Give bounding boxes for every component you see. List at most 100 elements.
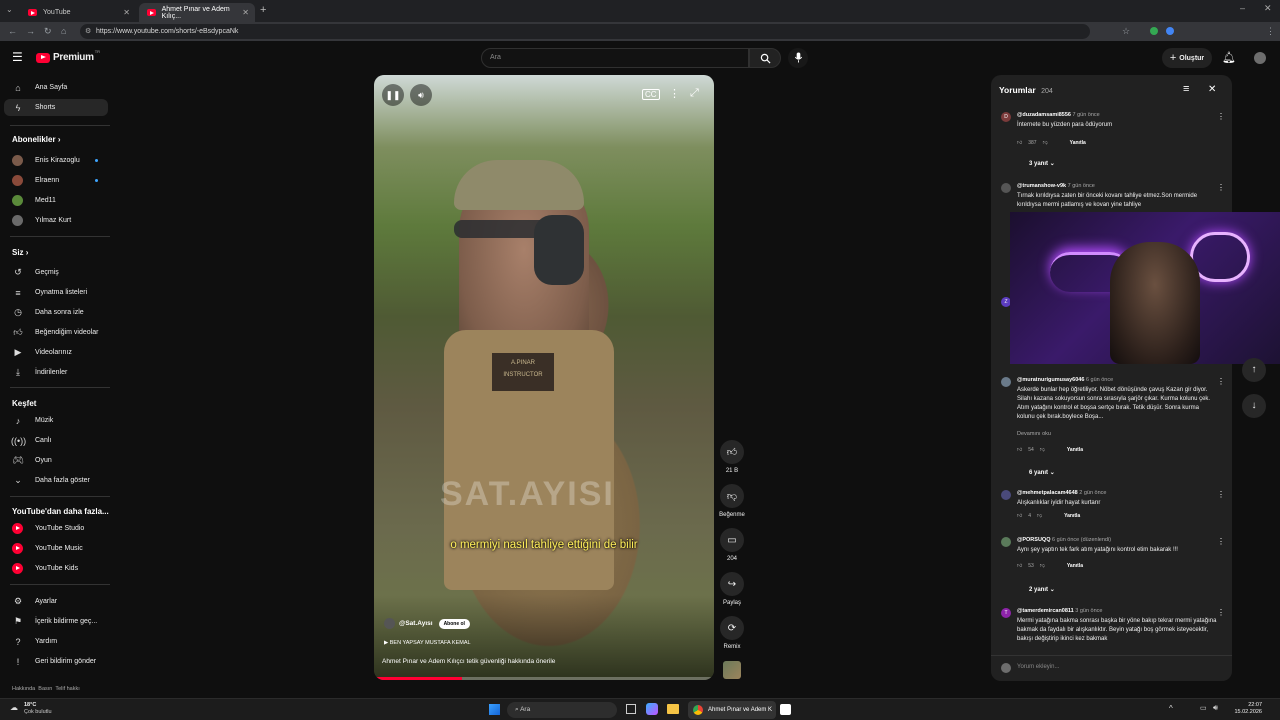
- volume-button[interactable]: 🔊︎: [410, 84, 432, 106]
- taskbar-chrome-app[interactable]: Ahmet Pınar ve Adem K: [688, 701, 776, 719]
- sidebar-item-help[interactable]: ? Yardım: [4, 633, 108, 650]
- dislike-button[interactable]: 👎︎ Beğenme: [716, 484, 748, 518]
- sidebar-item-youtube-music[interactable]: YouTube Music: [4, 540, 108, 557]
- tab-youtube[interactable]: YouTube ✕: [20, 3, 136, 22]
- volume-icon[interactable]: 🔊︎: [1213, 703, 1218, 713]
- sort-icon[interactable]: ≡: [1183, 83, 1189, 95]
- dislike-comment-icon[interactable]: 👎︎: [1037, 513, 1042, 519]
- sidebar-item-subscription[interactable]: Elraenn: [4, 172, 108, 189]
- comment-author[interactable]: @trumanshow-v9k 7 gün önce: [1017, 183, 1095, 189]
- extension-icon[interactable]: [1166, 27, 1174, 35]
- notifications-bell-icon[interactable]: 🔔︎: [1222, 51, 1236, 64]
- weather-widget[interactable]: ☁ 18°C Çok bulutlu: [10, 702, 52, 716]
- fullscreen-icon[interactable]: ⤢: [690, 87, 699, 100]
- like-comment-icon[interactable]: 👍︎: [1017, 563, 1022, 569]
- file-explorer-icon[interactable]: [667, 704, 679, 714]
- avatar[interactable]: [1001, 183, 1011, 193]
- comment-author[interactable]: @duzadamsami8556 7 gün önce: [1017, 112, 1100, 118]
- channel-name[interactable]: @Sat.Ayısı: [399, 620, 433, 627]
- dislike-comment-icon[interactable]: 👎︎: [1040, 447, 1045, 453]
- sidebar-item-music[interactable]: ♪ Müzik: [4, 412, 108, 429]
- comment-author[interactable]: @tamerdemircan0811 3 gün önce: [1017, 608, 1102, 614]
- replies-toggle[interactable]: 3 yanıt ⌄: [1029, 160, 1055, 167]
- comments-button[interactable]: ▭ 204: [716, 528, 748, 562]
- avatar[interactable]: [1001, 537, 1011, 547]
- minimize-icon[interactable]: –: [1240, 3, 1245, 13]
- sidebar-footer-links[interactable]: Hakkında Basın Telif hakkı: [12, 686, 80, 692]
- like-button[interactable]: 👍︎ 21 B: [716, 440, 748, 474]
- close-window-icon[interactable]: ✕: [1264, 3, 1272, 14]
- close-icon[interactable]: ✕: [1208, 84, 1216, 95]
- reply-button[interactable]: Yanıtla: [1067, 563, 1083, 569]
- start-icon[interactable]: [489, 704, 500, 715]
- url-field[interactable]: ⚙ https://www.youtube.com/shorts/-eBsdyp…: [80, 24, 1090, 39]
- site-info-icon[interactable]: ⚙: [85, 24, 91, 39]
- comment-menu-icon[interactable]: ⋮: [1217, 377, 1225, 386]
- music-row[interactable]: ▶ BEN YAPSAY MUSTAFA KEMAL: [384, 640, 471, 646]
- close-tab-icon[interactable]: ✕: [123, 8, 130, 17]
- sidebar-item-home[interactable]: ⌂ Ana Sayfa: [4, 79, 108, 96]
- comment-menu-icon[interactable]: ⋮: [1217, 183, 1225, 192]
- back-icon[interactable]: ←: [8, 26, 17, 36]
- sidebar-item-downloads[interactable]: ⤓ İndirilenler: [4, 364, 108, 381]
- calendar-app-icon[interactable]: [780, 704, 791, 715]
- captions-icon[interactable]: CC: [642, 89, 660, 100]
- sidebar-item-youtube-kids[interactable]: YouTube Kids: [4, 560, 108, 577]
- sidebar-item-liked[interactable]: 👍︎ Beğendiğim videolar: [4, 324, 108, 341]
- sidebar-item-show-more[interactable]: ⌄ Daha fazla göster: [4, 472, 108, 489]
- subscriptions-heading[interactable]: Abonelikler ›: [12, 135, 60, 144]
- forward-icon[interactable]: →: [26, 26, 35, 36]
- home-icon[interactable]: ⌂: [61, 26, 66, 36]
- sidebar-item-playlists[interactable]: ≡ Oynatma listeleri: [4, 284, 108, 301]
- reply-button[interactable]: Yanıtla: [1070, 140, 1086, 146]
- new-tab-button[interactable]: +: [260, 4, 266, 16]
- sound-thumbnail[interactable]: [723, 661, 741, 679]
- avatar[interactable]: D: [1001, 112, 1011, 122]
- sidebar-item-shorts[interactable]: ϟ Shorts: [4, 99, 108, 116]
- comment-menu-icon[interactable]: ⋮: [1217, 537, 1225, 546]
- tab-shorts[interactable]: Ahmet Pınar ve Adem Kılıç... ✕: [139, 3, 255, 22]
- reply-button[interactable]: Yanıtla: [1067, 447, 1083, 453]
- avatar[interactable]: [1001, 490, 1011, 500]
- sidebar-item-history[interactable]: ↺ Geçmiş: [4, 264, 108, 281]
- previous-short-button[interactable]: ↑: [1242, 358, 1266, 382]
- sidebar-item-report-history[interactable]: ⚑ İçerik bildirme geç...: [4, 613, 108, 630]
- video-title[interactable]: Ahmet Pınar ve Adem Kılıçcı tetik güvenl…: [382, 658, 555, 665]
- clock[interactable]: 22:07 15.02.2026: [1228, 702, 1262, 716]
- comment-menu-icon[interactable]: ⋮: [1217, 112, 1225, 121]
- avatar[interactable]: [1254, 52, 1266, 64]
- comment-input[interactable]: Yorum ekleyin...: [1017, 664, 1059, 670]
- replies-toggle[interactable]: 6 yanıt ⌄: [1029, 469, 1055, 476]
- extension-icon[interactable]: [1150, 27, 1158, 35]
- sidebar-item-your-videos[interactable]: ▶ Videolarınız: [4, 344, 108, 361]
- comment-menu-icon[interactable]: ⋮: [1217, 608, 1225, 617]
- sidebar-item-live[interactable]: ((•)) Canlı: [4, 432, 108, 449]
- replies-toggle[interactable]: 2 yanıt ⌄: [1029, 586, 1055, 593]
- avatar[interactable]: T: [1001, 608, 1011, 618]
- dislike-comment-icon[interactable]: 👎︎: [1040, 563, 1045, 569]
- shorts-video-player[interactable]: A.PINAR INSTRUCTOR ❚❚ 🔊︎ CC ⋮ ⤢ SAT.AYIS…: [374, 75, 714, 680]
- sidebar-item-settings[interactable]: ⚙ Ayarlar: [4, 593, 108, 610]
- like-comment-icon[interactable]: 👍︎: [1017, 447, 1022, 453]
- sidebar-item-subscription[interactable]: Med11: [4, 192, 108, 209]
- search-input[interactable]: Ara: [481, 48, 749, 68]
- comment-menu-icon[interactable]: ⋮: [1217, 490, 1225, 499]
- remix-button[interactable]: ⟳ Remix: [716, 616, 748, 650]
- subscribe-button[interactable]: Abone ol: [438, 618, 470, 629]
- like-comment-icon[interactable]: 👍︎: [1017, 513, 1022, 519]
- network-icon[interactable]: ▭: [1200, 704, 1207, 712]
- sidebar-item-subscription[interactable]: Yılmaz Kurt: [4, 212, 108, 229]
- you-heading[interactable]: Siz ›: [12, 248, 28, 257]
- sidebar-item-subscription[interactable]: Enis Kirazoglu: [4, 152, 108, 169]
- tray-chevron-icon[interactable]: ^: [1169, 704, 1173, 713]
- comment-author[interactable]: @muratnurigumusay6046 6 gün önce: [1017, 377, 1113, 383]
- like-comment-icon[interactable]: 👍︎: [1017, 140, 1022, 146]
- avatar[interactable]: [1001, 377, 1011, 387]
- create-button[interactable]: + Oluştur: [1162, 48, 1212, 68]
- task-view-icon[interactable]: [626, 704, 636, 714]
- sidebar-item-youtube-studio[interactable]: YouTube Studio: [4, 520, 108, 537]
- search-button[interactable]: [749, 48, 781, 68]
- comment-author[interactable]: @PORSUQQ 6 gün önce (düzenlendi): [1017, 537, 1111, 543]
- sidebar-item-watch-later[interactable]: ◷ Daha sonra izle: [4, 304, 108, 321]
- reply-button[interactable]: Yanıtla: [1064, 513, 1080, 519]
